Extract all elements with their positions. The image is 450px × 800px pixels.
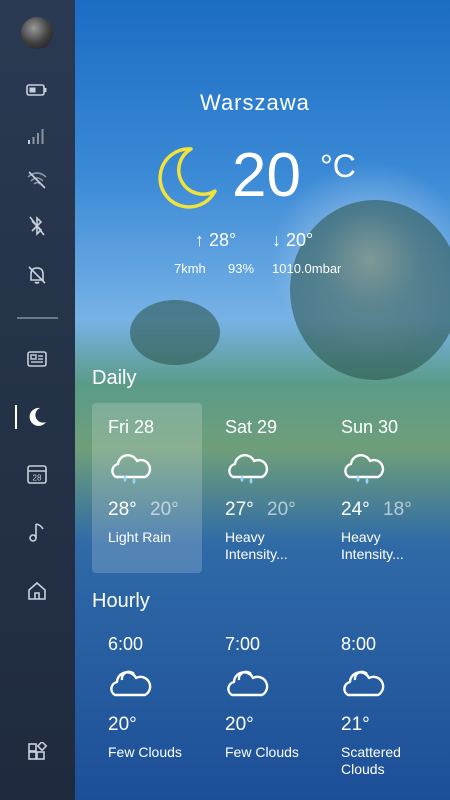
rain-cloud-icon [341,453,385,492]
day-name: Fri 28 [108,417,155,437]
hourly-title: Hourly [92,590,150,612]
cloud-icon [108,669,208,704]
signal-icon[interactable] [25,124,49,148]
news-icon[interactable] [25,347,49,371]
cloud-icon [225,669,325,704]
day-low: 18° [383,499,412,520]
temperature-unit: °C [320,148,356,184]
sidebar: 28 [0,0,75,800]
active-indicator [15,405,17,429]
hourly-item: 6:00 20° Few Clouds [108,634,208,761]
day-description: Heavy Intensity... [341,529,404,562]
avatar[interactable] [21,17,53,49]
hour-temperature: 21° [341,714,370,735]
day-description: Light Rain [108,529,172,545]
calendar-icon[interactable]: 28 [25,462,49,486]
daily-card-sun[interactable]: Sun 30 24° 18° Heavy Intensity... [325,403,435,573]
day-name: Sun 30 [341,417,399,437]
notifications-off-icon[interactable] [25,263,49,287]
day-high: 27° [225,499,254,520]
battery-icon[interactable] [25,78,49,102]
current-temperature: 20 [232,141,301,210]
day-description: Heavy Intensity... [225,529,288,562]
city-name: Warszawa [200,90,310,115]
cloud-icon [341,669,441,704]
wind-speed: 7kmh [174,261,206,276]
rain-cloud-icon [225,453,269,492]
hour-time: 6:00 [108,634,144,654]
tree-silhouette [130,300,220,365]
rain-cloud-icon [108,453,152,492]
high-temperature: ↑ 28° [195,230,237,250]
day-low: 20° [150,499,179,520]
hour-description: Few Clouds [225,744,299,760]
hour-time: 7:00 [225,634,261,654]
day-low: 20° [267,499,296,520]
weather-moon-icon[interactable] [25,405,49,429]
tree-silhouette [290,200,450,380]
home-icon[interactable] [25,579,49,603]
wifi-off-icon[interactable] [25,168,49,192]
music-icon[interactable] [25,520,49,544]
calendar-day-text: 28 [33,474,42,483]
sidebar-divider [17,317,58,319]
bluetooth-off-icon[interactable] [25,214,49,238]
widgets-icon[interactable] [25,741,49,765]
daily-card-fri[interactable]: Fri 28 28° 20° Light Rain [92,403,202,573]
hour-temperature: 20° [108,714,137,735]
daily-title: Daily [92,367,137,389]
hour-description: Scattered Clouds [341,744,401,777]
hour-description: Few Clouds [108,744,182,760]
day-high: 28° [108,499,137,520]
daily-card-sat[interactable]: Sat 29 27° 20° Heavy Intensity... [209,403,319,573]
hour-time: 8:00 [341,634,377,654]
hourly-item: 8:00 21° Scattered Clouds [341,634,441,778]
moon-icon [157,145,219,216]
pressure: 1010.0mbar [272,261,342,276]
humidity: 93% [228,261,255,276]
day-high: 24° [341,499,370,520]
low-temperature: ↓ 20° [272,230,314,250]
hour-temperature: 20° [225,714,254,735]
day-name: Sat 29 [225,417,278,437]
hourly-item: 7:00 20° Few Clouds [225,634,325,761]
